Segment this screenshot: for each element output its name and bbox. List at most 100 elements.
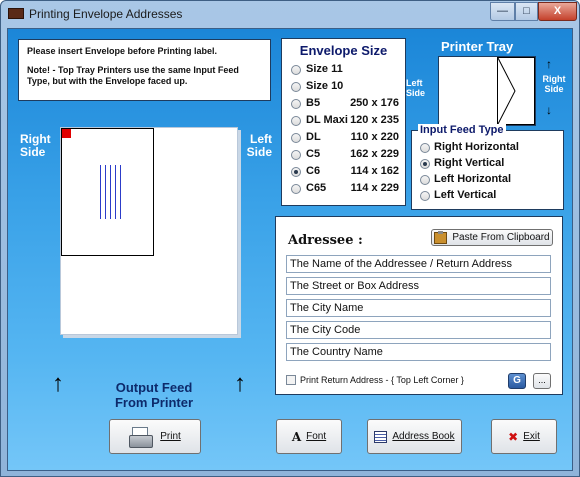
envelope-flap-icon xyxy=(497,57,516,125)
input-feed-option[interactable]: Right Horizontal xyxy=(412,140,563,156)
address-book-button[interactable]: Address Book xyxy=(367,419,462,454)
input-feed-option[interactable]: Right Vertical xyxy=(412,156,563,172)
envelope-size-label: Size 11 xyxy=(306,63,343,75)
addressee-panel: Adressee : Paste From Clipboard The Name… xyxy=(275,216,563,395)
tray-left-side-label: Left Side xyxy=(406,78,426,98)
address-line-mark xyxy=(120,165,121,219)
radio-button[interactable] xyxy=(291,184,301,194)
exit-button[interactable]: ✖ Exit xyxy=(491,419,557,454)
font-button[interactable]: A Font xyxy=(276,419,342,454)
envelope-size-option[interactable]: Size 11 xyxy=(282,62,405,79)
note-line-1: Please insert Envelope before Printing l… xyxy=(27,46,218,56)
stamp-marker xyxy=(62,129,71,138)
envelope-size-option[interactable]: Size 10 xyxy=(282,79,405,96)
output-arrow-up-icon: ↑ xyxy=(234,370,246,397)
note-line-2: Note! - Top Tray Printers use the same I… xyxy=(27,65,239,86)
addressee-title: Adressee : xyxy=(288,233,363,248)
title-bar[interactable]: Printing Envelope Addresses — □ X xyxy=(1,1,579,27)
tray-up-arrow-icon: ↑ xyxy=(546,57,552,71)
maximize-button[interactable]: □ xyxy=(515,2,538,21)
envelope-size-label: B5 xyxy=(306,97,321,109)
envelope-size-option[interactable]: C6 114 x 162 xyxy=(282,164,405,181)
radio-button[interactable] xyxy=(420,175,430,185)
output-feed-label: Output Feed From Printer xyxy=(114,380,193,410)
clipboard-icon xyxy=(434,230,448,244)
radio-button[interactable] xyxy=(291,150,301,160)
address-line-mark xyxy=(105,165,106,219)
checkbox-box[interactable] xyxy=(286,375,296,385)
paste-from-clipboard-button[interactable]: Paste From Clipboard xyxy=(431,229,553,246)
address-line-mark xyxy=(110,165,111,219)
print-button[interactable]: Print xyxy=(109,419,201,454)
font-button-label: Font xyxy=(306,431,327,442)
envelope-size-label: C65 xyxy=(306,182,327,194)
more-options-button[interactable]: ... xyxy=(533,373,551,389)
envelope-size-dimensions: 114 x 162 xyxy=(350,165,399,177)
addressee-name-field[interactable]: The Name of the Addressee / Return Addre… xyxy=(286,255,551,273)
envelope-size-dimensions: 114 x 229 xyxy=(350,182,399,194)
radio-button[interactable] xyxy=(291,65,301,75)
envelope-size-option[interactable]: DL 110 x 220 xyxy=(282,130,405,147)
city-code-field[interactable]: The City Code xyxy=(286,321,551,339)
print-return-address-label: Print Return Address - { Top Left Corner… xyxy=(300,375,464,385)
radio-button[interactable] xyxy=(420,143,430,153)
close-button[interactable]: X xyxy=(538,2,577,21)
input-feed-type-group: Input Feed Type Right Horizontal Right Ve… xyxy=(411,124,564,210)
envelope-size-dimensions: 110 x 220 xyxy=(350,131,399,143)
print-button-label: Print xyxy=(160,431,181,442)
input-feed-label: Right Vertical xyxy=(434,157,505,169)
preview-right-side-label: Right Side xyxy=(20,132,51,159)
client-area: Please insert Envelope before Printing l… xyxy=(7,28,573,471)
preview-left-side-label: Left Side xyxy=(246,132,272,159)
app-icon xyxy=(8,8,24,19)
address-book-button-label: Address Book xyxy=(392,431,455,442)
minimize-button[interactable]: — xyxy=(490,2,515,21)
input-feed-type-title: Input Feed Type xyxy=(418,124,506,136)
envelope-outline xyxy=(61,128,154,256)
app-window: Printing Envelope Addresses — □ X Please… xyxy=(0,0,580,477)
envelope-size-option[interactable]: DL Maxi 120 x 235 xyxy=(282,113,405,130)
country-name-field[interactable]: The Country Name xyxy=(286,343,551,361)
exit-button-label: Exit xyxy=(523,431,540,442)
envelope-size-label: DL xyxy=(306,131,321,143)
street-address-field[interactable]: The Street or Box Address xyxy=(286,277,551,295)
radio-button[interactable] xyxy=(291,116,301,126)
address-line-mark xyxy=(115,165,116,219)
envelope-size-label: Size 10 xyxy=(306,80,344,92)
city-name-field[interactable]: The City Name xyxy=(286,299,551,317)
tray-right-side-label: Right Side xyxy=(542,74,566,94)
output-arrow-up-icon: ↑ xyxy=(52,370,64,397)
input-feed-label: Left Vertical xyxy=(434,189,497,201)
input-feed-option[interactable]: Left Horizontal xyxy=(412,172,563,188)
input-feed-option[interactable]: Left Vertical xyxy=(412,188,563,204)
font-icon: A xyxy=(291,429,302,444)
radio-button[interactable] xyxy=(291,99,301,109)
radio-button[interactable] xyxy=(291,133,301,143)
radio-button[interactable] xyxy=(291,82,301,92)
exit-icon: ✖ xyxy=(508,429,519,444)
envelope-size-label: C6 xyxy=(306,165,321,177)
input-feed-label: Left Horizontal xyxy=(434,173,511,185)
address-lines-preview xyxy=(100,165,121,219)
envelope-size-dimensions: 120 x 235 xyxy=(350,114,399,126)
g-icon-button[interactable]: G xyxy=(508,373,526,389)
envelope-preview xyxy=(60,127,238,335)
envelope-size-dimensions: 250 x 176 xyxy=(350,97,399,109)
window-title: Printing Envelope Addresses xyxy=(29,7,183,21)
envelope-size-option[interactable]: C5 162 x 229 xyxy=(282,147,405,164)
radio-button[interactable] xyxy=(420,191,430,201)
envelope-size-option[interactable]: B5 250 x 176 xyxy=(282,96,405,113)
envelope-size-dimensions: 162 x 229 xyxy=(350,148,399,160)
envelope-size-option[interactable]: C65 114 x 229 xyxy=(282,181,405,198)
envelope-size-title: Envelope Size xyxy=(299,43,388,58)
envelope-size-group: Envelope Size Size 11 Size 10 B5 250 x 176 D… xyxy=(281,38,406,206)
radio-button[interactable] xyxy=(420,159,430,169)
printer-tray-title: Printer Tray xyxy=(441,39,514,54)
printer-tray-preview xyxy=(438,56,536,126)
tray-envelope-icon xyxy=(497,57,535,125)
tray-down-arrow-icon: ↓ xyxy=(546,103,552,117)
radio-button[interactable] xyxy=(291,167,301,177)
instructions-note: Please insert Envelope before Printing l… xyxy=(18,39,271,101)
envelope-size-label: DL Maxi xyxy=(306,114,348,126)
print-return-address-checkbox[interactable]: Print Return Address - { Top Left Corner… xyxy=(286,375,464,385)
